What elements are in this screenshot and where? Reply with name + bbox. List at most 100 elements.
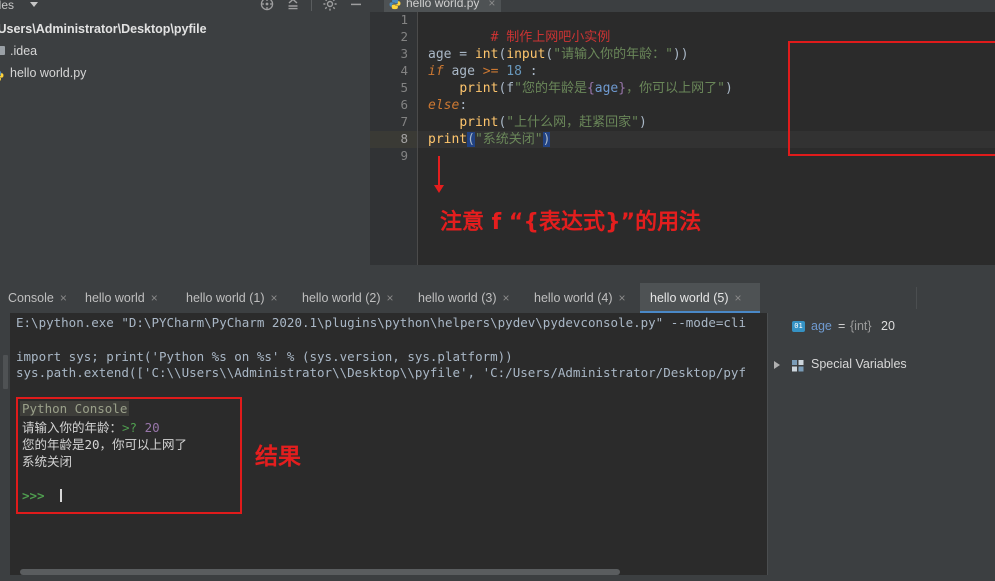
- tab-label: Console: [8, 291, 54, 305]
- expand-arrow-icon[interactable]: [774, 361, 780, 369]
- code-token: =: [451, 47, 475, 62]
- close-icon[interactable]: ×: [488, 0, 495, 12]
- console-gutter: [0, 313, 10, 575]
- tab-label: hello world (3): [418, 291, 497, 305]
- line-number: 4: [400, 63, 408, 78]
- close-icon[interactable]: ×: [60, 291, 67, 305]
- console-tab-bar: Console × hello world × hello world (1) × h…: [0, 283, 995, 313]
- code-token: }: [618, 81, 627, 96]
- close-icon[interactable]: ×: [151, 291, 158, 305]
- tab-hello-world-4[interactable]: hello world (4) ×: [534, 283, 626, 313]
- project-toolbar: [259, 0, 364, 12]
- code-token: ": [717, 81, 725, 96]
- code-comment: # 制作上网吧小实例: [490, 30, 611, 45]
- tab-label: hello world (1): [186, 291, 265, 305]
- python-file-icon: [0, 67, 4, 81]
- tree-item-label: .idea: [10, 44, 38, 58]
- prompt-question-text: 请输入你的年龄：: [22, 420, 123, 435]
- python-console-title: Python Console: [20, 401, 130, 416]
- result-annotation-text: 结果: [255, 444, 301, 470]
- editor-tab-label: hello world.py: [406, 0, 480, 10]
- tab-hello-world-5[interactable]: hello world (5) ×: [640, 283, 760, 313]
- console-output[interactable]: E:\python.exe "D:\PYCharm\PyCharm 2020.1…: [10, 313, 767, 575]
- code-line-5: print(f"您的年龄是{age}，你可以上网了"): [428, 80, 733, 97]
- code-token: "请输入你的年龄：": [553, 47, 673, 62]
- code-token: {: [586, 81, 595, 96]
- prompt-chevrons: >>>: [22, 488, 45, 503]
- project-panel-header: ct Files: [0, 0, 370, 16]
- code-token: print: [459, 81, 499, 96]
- tab-hello-world-1[interactable]: hello world (1) ×: [186, 283, 278, 313]
- tree-item-project-root[interactable]: \Users\Administrator\Desktop\pyfile: [0, 18, 370, 40]
- code-token: input: [506, 47, 546, 62]
- tab-hello-world-3[interactable]: hello world (3) ×: [418, 283, 510, 313]
- code-token: age: [428, 47, 452, 62]
- f-string-annotation-text: 注意 f “{表达式}”的用法: [440, 210, 702, 235]
- code-token: 您的年龄是: [521, 81, 587, 96]
- close-icon[interactable]: ×: [735, 291, 742, 305]
- tab-label: hello world (4): [534, 291, 613, 305]
- line-number: 7: [400, 114, 408, 129]
- code-token: :: [459, 98, 468, 113]
- tab-hello-world[interactable]: hello world ×: [85, 283, 158, 313]
- toolbar-divider: [311, 0, 312, 11]
- matching-bracket-highlight: ): [542, 132, 551, 147]
- tree-item-idea[interactable]: .idea: [0, 40, 370, 62]
- code-line-6: else:: [428, 97, 467, 114]
- code-line-8: print("系统关闭"): [428, 131, 551, 148]
- code-token: f: [506, 81, 515, 96]
- close-icon[interactable]: ×: [271, 291, 278, 305]
- gear-icon[interactable]: [322, 0, 338, 12]
- chevron-down-icon[interactable]: [30, 2, 38, 7]
- console-prompt-line: 请输入你的年龄：>? 20: [22, 419, 160, 436]
- variable-name: age: [811, 319, 832, 333]
- user-input-value: 20: [144, 420, 160, 435]
- code-token: int: [474, 47, 499, 62]
- console-line-syspath: sys.path.extend(['C:\\Users\\Administrat…: [16, 365, 746, 380]
- code-token: :: [521, 64, 538, 79]
- code-token: else: [428, 98, 460, 113]
- code-token: )): [672, 47, 689, 62]
- pycharm-window: ct Files \Users\Administrato: [0, 0, 995, 581]
- tab-hello-world-2[interactable]: hello world (2) ×: [302, 283, 394, 313]
- line-number: 9: [400, 148, 408, 163]
- project-file-tree: \Users\Administrator\Desktop\pyfile .ide…: [0, 18, 370, 84]
- code-token: "系统关闭": [474, 132, 543, 147]
- bottom-filler: [0, 575, 995, 581]
- code-token: ): [638, 115, 647, 130]
- tree-item-label: hello world.py: [10, 66, 87, 80]
- variable-row-special-variables[interactable]: Special Variables: [768, 355, 995, 374]
- code-token: ): [724, 81, 733, 96]
- tab-bar-divider: [916, 287, 917, 309]
- console-input-prompt[interactable]: >>>: [22, 487, 45, 504]
- code-token: "上什么网，赶紧回家": [506, 115, 639, 130]
- editor-tab-bar: hello world.py ×: [370, 0, 995, 14]
- locate-icon[interactable]: [259, 0, 275, 12]
- code-line-7: print("上什么网，赶紧回家"): [428, 114, 647, 131]
- python-file-icon: [389, 0, 401, 10]
- input-marker: >?: [122, 420, 138, 435]
- tab-label: hello world (5): [650, 291, 729, 305]
- tree-item-hello-world-py[interactable]: hello world.py: [0, 62, 370, 84]
- down-arrow-icon: [432, 156, 446, 194]
- collapse-all-icon[interactable]: [285, 0, 301, 12]
- hide-panel-icon[interactable]: [348, 0, 364, 12]
- tree-item-label: \Users\Administrator\Desktop\pyfile: [0, 22, 207, 36]
- line-number: 6: [400, 97, 408, 112]
- close-icon[interactable]: ×: [619, 291, 626, 305]
- project-panel-title: ct Files: [0, 0, 15, 12]
- tab-label: hello world (2): [302, 291, 381, 305]
- code-token: print: [459, 115, 499, 130]
- code-token: >=: [482, 64, 499, 79]
- tab-console[interactable]: Console ×: [8, 283, 67, 313]
- variable-row-age[interactable]: 01 age = {int} 20: [768, 317, 995, 336]
- variable-name: Special Variables: [811, 357, 907, 371]
- close-icon[interactable]: ×: [387, 291, 394, 305]
- code-token: age: [594, 81, 619, 96]
- close-icon[interactable]: ×: [503, 291, 510, 305]
- line-number: 5: [400, 80, 408, 95]
- editor-gutter: 1 2 3 4 5 6 7 8 9: [370, 12, 418, 265]
- code-token: print: [428, 132, 468, 147]
